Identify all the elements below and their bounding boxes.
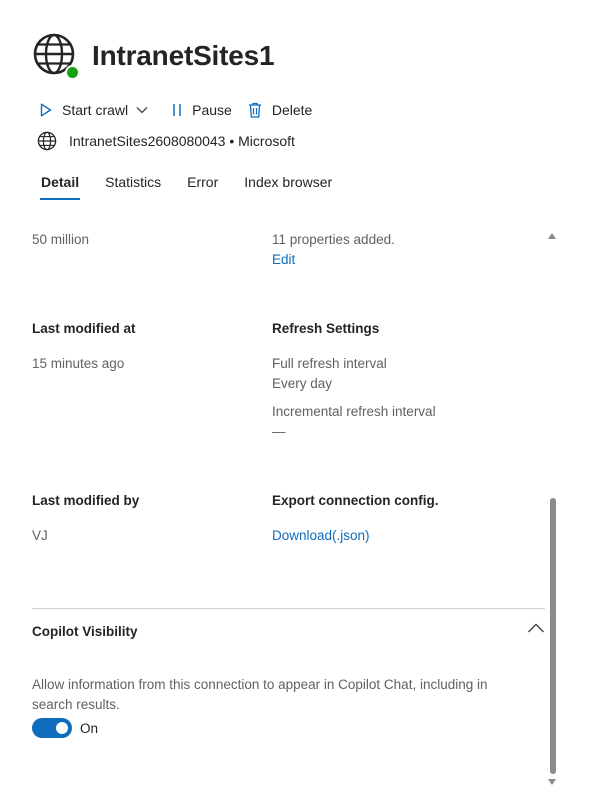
chevron-down-icon (136, 107, 148, 114)
scroll-down-arrow[interactable] (548, 779, 556, 785)
pause-label: Pause (192, 102, 232, 118)
source-text: IntranetSites2608080043 • Microsoft (69, 133, 295, 149)
trash-icon (248, 102, 261, 118)
toolbar: Start crawl Pause Delete (40, 102, 312, 118)
connection-source: IntranetSites2608080043 • Microsoft (37, 131, 295, 151)
last-modified-by-value: VJ (32, 528, 48, 543)
connection-icon (32, 32, 80, 80)
export-config-label: Export connection config. (272, 493, 439, 508)
refresh-settings-label: Refresh Settings (272, 321, 380, 336)
scroll-up-arrow[interactable] (548, 233, 556, 239)
tab-error[interactable]: Error (187, 172, 218, 200)
toggle-knob (56, 722, 68, 734)
edit-properties-link[interactable]: Edit (272, 252, 295, 267)
pause-icon (173, 104, 181, 116)
full-refresh-value: Every day (272, 376, 333, 391)
tab-bar: Detail Statistics Error Index browser (32, 172, 358, 200)
start-crawl-label: Start crawl (62, 102, 129, 118)
play-icon (40, 103, 52, 117)
full-refresh-label: Full refresh interval (272, 356, 387, 371)
tab-detail[interactable]: Detail (39, 172, 81, 200)
globe-icon (37, 131, 57, 151)
header: IntranetSites1 (32, 32, 275, 80)
incremental-refresh-value: — (272, 424, 286, 439)
start-crawl-button[interactable]: Start crawl (40, 102, 148, 118)
section-divider (32, 608, 545, 609)
copilot-visibility-title: Copilot Visibility (32, 624, 138, 639)
last-modified-by-label: Last modified by (32, 493, 140, 508)
copilot-description-line1: Allow information from this connection t… (32, 677, 488, 692)
toggle-state-label: On (80, 721, 99, 736)
scrollbar-thumb[interactable] (550, 498, 556, 774)
copilot-visibility-toggle[interactable] (32, 718, 72, 738)
last-modified-at-label: Last modified at (32, 321, 136, 336)
delete-label: Delete (271, 102, 313, 118)
page-title: IntranetSites1 (92, 40, 275, 71)
status-indicator (65, 65, 80, 80)
copilot-description-line2: search results. (32, 697, 120, 712)
tab-index-browser[interactable]: Index browser (244, 172, 332, 200)
properties-value: 11 properties added. (272, 232, 395, 247)
collapse-section-button[interactable] (527, 621, 545, 639)
download-json-link[interactable]: Download(.json) (272, 528, 370, 543)
chevron-up-icon (528, 623, 544, 633)
last-modified-at-value: 15 minutes ago (32, 356, 125, 371)
incremental-refresh-label: Incremental refresh interval (272, 404, 436, 419)
pause-button[interactable]: Pause (172, 102, 232, 118)
tab-statistics[interactable]: Statistics (105, 172, 161, 200)
delete-button[interactable]: Delete (248, 102, 312, 118)
items-value: 50 million (32, 232, 90, 247)
